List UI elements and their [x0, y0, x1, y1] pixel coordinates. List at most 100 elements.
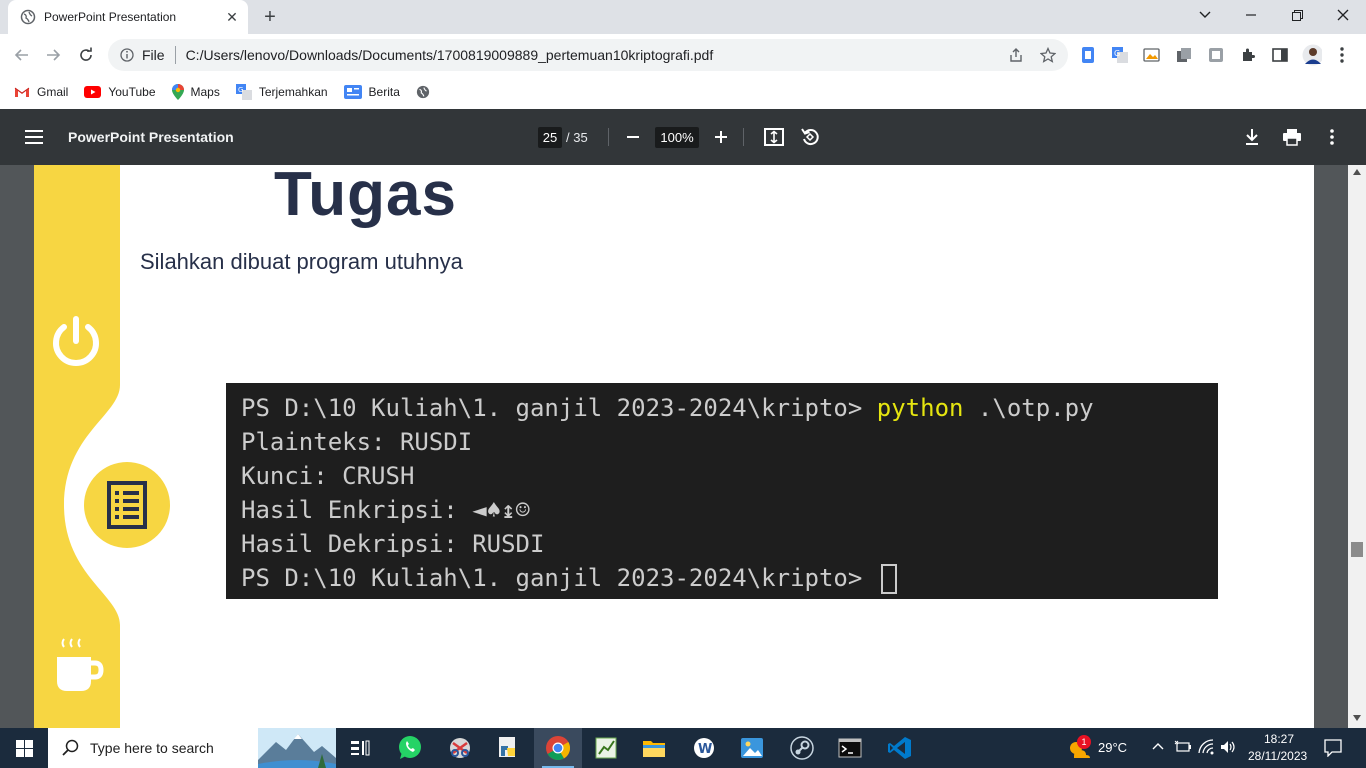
photos-icon[interactable] — [728, 728, 776, 768]
file-explorer-icon[interactable] — [630, 728, 678, 768]
minimize-icon[interactable] — [1228, 0, 1274, 30]
forward-icon[interactable] — [40, 42, 66, 68]
globe-icon — [20, 9, 36, 25]
windows-taskbar: Type here to search W 1 29°C 18:27 28/11… — [0, 728, 1366, 768]
landscape-illustration-icon — [258, 728, 336, 768]
bookmark-gmail[interactable]: Gmail — [14, 85, 68, 99]
tab-search-icon[interactable] — [1182, 0, 1228, 30]
scroll-down-icon[interactable] — [1353, 715, 1361, 721]
terminal-prompt: PS D:\10 Kuliah\1. ganjil 2023-2024\krip… — [241, 564, 877, 592]
side-panel-icon[interactable] — [1270, 45, 1290, 65]
bookmark-label: Berita — [368, 85, 400, 99]
info-icon[interactable] — [120, 48, 134, 62]
search-icon — [62, 739, 79, 756]
chrome-menu-icon[interactable] — [1332, 45, 1352, 65]
chart-app-icon[interactable] — [582, 728, 630, 768]
vertical-scrollbar[interactable] — [1348, 165, 1366, 728]
translate-icon: G — [235, 84, 252, 100]
pdf-toolbar: PowerPoint Presentation 25 / 35 100% — [0, 109, 1366, 165]
clock-date[interactable]: 28/11/2023 — [1248, 749, 1307, 763]
extensions-puzzle-icon[interactable] — [1238, 45, 1258, 65]
bookmark-globe[interactable] — [416, 85, 437, 99]
back-icon[interactable] — [9, 42, 35, 68]
close-window-icon[interactable] — [1320, 0, 1366, 30]
terminal-argument: .\otp.py — [963, 394, 1094, 422]
bookmark-label: Maps — [190, 85, 220, 99]
weather-temperature[interactable]: 29°C — [1098, 740, 1127, 755]
wifi-icon[interactable] — [1198, 739, 1216, 755]
python-file-icon[interactable] — [484, 728, 532, 768]
terminal-prompt: PS D:\10 Kuliah\1. ganjil 2023-2024\krip… — [241, 394, 877, 422]
print-icon[interactable] — [1280, 125, 1304, 149]
new-tab-icon[interactable]: + — [258, 6, 282, 28]
battery-icon[interactable] — [1174, 740, 1192, 754]
more-options-icon[interactable] — [1320, 125, 1344, 149]
browser-tab[interactable]: PowerPoint Presentation ✕ — [8, 0, 248, 34]
taskbar-search[interactable]: Type here to search — [48, 728, 336, 768]
zoom-level-input[interactable]: 100% — [655, 127, 699, 148]
zoom-out-icon[interactable] — [621, 125, 645, 149]
terminal-line: Plainteks: RUSDI — [241, 428, 473, 456]
slide-title: Tugas — [274, 165, 457, 229]
extension-docs-icon[interactable] — [1078, 45, 1098, 65]
terminal-icon[interactable] — [826, 728, 874, 768]
extension-copy-icon[interactable] — [1174, 45, 1194, 65]
url-text[interactable]: C:/Users/lenovo/Downloads/Documents/1700… — [186, 47, 1008, 63]
rotate-icon[interactable] — [798, 125, 822, 149]
bookmark-label: YouTube — [108, 85, 156, 99]
reload-icon[interactable] — [73, 42, 99, 68]
tab-close-icon[interactable]: ✕ — [222, 7, 242, 27]
extension-image-icon[interactable] — [1142, 45, 1162, 65]
tab-title: PowerPoint Presentation — [44, 10, 177, 24]
chrome-taskbar-icon[interactable] — [534, 728, 582, 768]
globe-icon — [416, 85, 430, 99]
address-bar[interactable]: File C:/Users/lenovo/Downloads/Documents… — [108, 39, 1068, 71]
clock-time[interactable]: 18:27 — [1264, 732, 1294, 746]
checklist-icon — [84, 462, 170, 548]
pdf-title: PowerPoint Presentation — [68, 129, 234, 145]
maps-icon — [171, 84, 184, 100]
extension-translate-icon[interactable]: G — [1110, 45, 1130, 65]
extension-shield-icon[interactable] — [1206, 45, 1226, 65]
terminal-line: Kunci: CRUSH — [241, 462, 415, 490]
share-icon[interactable] — [1008, 47, 1024, 63]
menu-icon[interactable] — [24, 127, 44, 147]
steam-icon[interactable] — [778, 728, 826, 768]
volume-icon[interactable] — [1220, 740, 1238, 754]
scroll-up-icon[interactable] — [1353, 169, 1361, 175]
terminal-line: PS D:\10 Kuliah\1. ganjil 2023-2024\krip… — [241, 561, 1218, 595]
task-view-icon[interactable] — [336, 728, 384, 768]
bookmark-star-icon[interactable] — [1040, 47, 1056, 63]
notifications-icon[interactable] — [1324, 739, 1342, 757]
bookmark-berita[interactable]: Berita — [343, 85, 400, 99]
vscode-icon[interactable] — [876, 728, 924, 768]
toolbar-divider — [608, 128, 609, 146]
bookmark-maps[interactable]: Maps — [171, 84, 220, 100]
gmail-icon — [14, 87, 30, 97]
svg-text:W: W — [698, 742, 712, 757]
bookmark-label: Gmail — [37, 85, 69, 99]
chevron-up-icon[interactable] — [1152, 742, 1164, 750]
power-icon — [53, 316, 99, 366]
terminal-command: python — [876, 394, 964, 422]
bookmarks-bar: Gmail YouTube Maps G Terjemahkan Berita — [0, 76, 1366, 108]
restore-icon[interactable] — [1274, 0, 1320, 30]
start-button[interactable] — [0, 728, 48, 768]
snipping-tool-icon[interactable] — [436, 728, 484, 768]
whatsapp-icon[interactable] — [386, 728, 434, 768]
weather-badge: 1 — [1077, 735, 1091, 749]
news-icon — [343, 85, 362, 99]
url-separator — [174, 46, 176, 64]
zoom-in-icon[interactable] — [709, 125, 733, 149]
toolbar-divider — [743, 128, 744, 146]
bookmark-terjemahkan[interactable]: G Terjemahkan — [235, 84, 328, 100]
word-like-app-icon[interactable]: W — [680, 728, 728, 768]
pdf-viewer[interactable]: Tugas Silahkan dibuat program utuhnya PS… — [0, 165, 1366, 728]
page-number-input[interactable]: 25 — [538, 127, 562, 148]
profile-avatar[interactable] — [1302, 44, 1322, 66]
download-icon[interactable] — [1240, 125, 1264, 149]
bookmark-youtube[interactable]: YouTube — [84, 85, 156, 99]
pdf-page: Tugas Silahkan dibuat program utuhnya PS… — [34, 165, 1314, 728]
scrollbar-thumb[interactable] — [1351, 542, 1363, 557]
fit-page-icon[interactable] — [762, 125, 786, 149]
